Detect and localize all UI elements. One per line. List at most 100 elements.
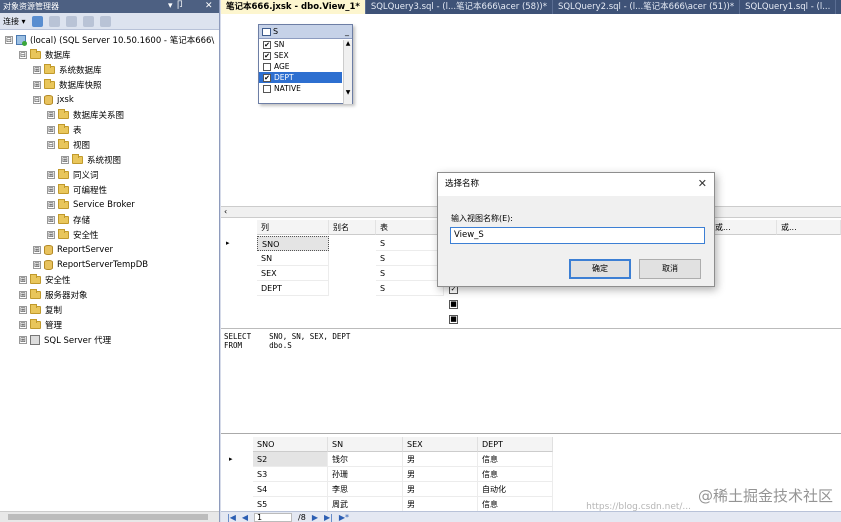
- cancel-button[interactable]: 取消: [639, 259, 701, 279]
- table-widget-header[interactable]: S _: [259, 25, 352, 39]
- expand-icon[interactable]: ⊞: [47, 111, 55, 119]
- results-cell[interactable]: S4: [253, 482, 328, 497]
- column-checkbox[interactable]: ✔: [263, 40, 271, 49]
- results-cell[interactable]: 男: [403, 452, 478, 467]
- tree-node[interactable]: ⊞ 数据库关系图: [47, 108, 124, 122]
- connect-button[interactable]: 连接 ▾: [3, 16, 26, 27]
- tree-node[interactable]: ⊞ Service Broker: [47, 198, 135, 212]
- results-header[interactable]: SN: [328, 437, 403, 452]
- scroll-left-arrow-icon[interactable]: ‹: [224, 207, 227, 216]
- connect-icon[interactable]: [31, 15, 43, 27]
- column-row-sn[interactable]: ✔ SN: [259, 39, 342, 50]
- column-row-dept[interactable]: ✔ DEPT: [259, 72, 342, 83]
- tree-node[interactable]: ⊞ ReportServer: [33, 243, 113, 257]
- criteria-column-cell[interactable]: SNO: [257, 236, 329, 251]
- tree-node[interactable]: ⊞ 安全性: [47, 228, 99, 242]
- scrollbar-thumb[interactable]: [8, 514, 208, 520]
- expand-icon[interactable]: ⊞: [33, 66, 41, 74]
- column-row-native[interactable]: NATIVE: [259, 83, 342, 94]
- expand-icon[interactable]: ⊞: [61, 156, 69, 164]
- expand-icon[interactable]: ⊞: [47, 186, 55, 194]
- criteria-column-cell[interactable]: SEX: [257, 266, 329, 281]
- table-widget-s[interactable]: S _ ✔ SN ✔ SEX AGE ✔ DEPT NATIVE ▲ ▼: [258, 24, 353, 104]
- disconnect-icon[interactable]: [48, 15, 60, 27]
- expand-icon[interactable]: ⊞: [19, 336, 27, 344]
- results-header[interactable]: DEPT: [478, 437, 553, 452]
- expand-icon[interactable]: ⊞: [33, 81, 41, 89]
- tab-sqlquery2[interactable]: SQLQuery2.sql - (l...笔记本666\acer (51))*: [553, 0, 741, 14]
- collapse-icon[interactable]: ⊟: [5, 36, 13, 44]
- tree-node[interactable]: ⊞ 服务器对象: [19, 288, 88, 302]
- tree-node[interactable]: ⊟ 数据库: [19, 48, 71, 62]
- results-cell[interactable]: 男: [403, 497, 478, 512]
- criteria-header[interactable]: 或...: [777, 220, 841, 235]
- sql-pane[interactable]: SELECT SNO, SN, SEX, DEPT FROM dbo.S: [221, 330, 841, 434]
- tree-node[interactable]: ⊞ 同义词: [47, 168, 99, 182]
- results-cell[interactable]: 孙珊: [328, 467, 403, 482]
- last-record-icon[interactable]: ▶|: [324, 513, 333, 522]
- criteria-column-cell[interactable]: DEPT: [257, 281, 329, 296]
- stop-icon[interactable]: [65, 15, 77, 27]
- criteria-table-cell[interactable]: S: [376, 281, 444, 296]
- next-record-icon[interactable]: ▶: [312, 513, 318, 522]
- tree-node[interactable]: ⊞ SQL Server 代理: [19, 333, 111, 347]
- explorer-horizontal-scrollbar[interactable]: [0, 511, 219, 522]
- expand-icon[interactable]: ⊞: [47, 216, 55, 224]
- tree-node[interactable]: ⊞ 安全性: [19, 273, 71, 287]
- results-cell[interactable]: 自动化: [478, 482, 553, 497]
- expand-icon[interactable]: ⊞: [19, 276, 27, 284]
- column-checkbox[interactable]: ✔: [263, 51, 271, 60]
- tree-node[interactable]: ⊟ jxsk: [33, 93, 74, 107]
- minimize-icon[interactable]: _: [345, 25, 349, 38]
- collapse-icon[interactable]: ⊟: [33, 96, 41, 104]
- view-name-input[interactable]: View_S: [450, 227, 705, 244]
- ok-button[interactable]: 确定: [569, 259, 631, 279]
- criteria-table-cell[interactable]: S: [376, 251, 444, 266]
- results-cell[interactable]: S3: [253, 467, 328, 482]
- refresh-icon[interactable]: [99, 15, 111, 27]
- filter-icon[interactable]: [82, 15, 94, 27]
- close-icon[interactable]: ✕: [698, 177, 707, 190]
- output-checkbox[interactable]: ■: [449, 300, 458, 309]
- results-cell[interactable]: S2: [253, 452, 328, 467]
- column-checkbox[interactable]: ✔: [263, 73, 271, 82]
- criteria-header[interactable]: 列: [257, 220, 329, 235]
- expand-icon[interactable]: ⊞: [33, 246, 41, 254]
- results-cell[interactable]: 信息: [478, 497, 553, 512]
- results-cell[interactable]: 周武: [328, 497, 403, 512]
- collapse-icon[interactable]: ⊟: [47, 141, 55, 149]
- new-record-icon[interactable]: ▶*: [339, 513, 349, 522]
- criteria-table-cell[interactable]: S: [376, 266, 444, 281]
- close-icon[interactable]: ✕: [205, 0, 213, 13]
- results-cell[interactable]: 信息: [478, 467, 553, 482]
- results-cell[interactable]: 信息: [478, 452, 553, 467]
- expand-icon[interactable]: ⊞: [47, 171, 55, 179]
- column-checkbox[interactable]: [263, 62, 271, 71]
- tree-node[interactable]: ⊞ 表: [47, 123, 82, 137]
- tree-node[interactable]: ⊞ 数据库快照: [33, 78, 102, 92]
- tree-node[interactable]: ⊞ 存储: [47, 213, 90, 227]
- results-cell[interactable]: 钱尔: [328, 452, 403, 467]
- criteria-header[interactable]: 别名: [329, 220, 376, 235]
- expand-icon[interactable]: ⊞: [33, 261, 41, 269]
- expand-icon[interactable]: ⊞: [19, 306, 27, 314]
- criteria-table-cell[interactable]: S: [376, 236, 444, 251]
- record-position[interactable]: 1: [254, 512, 293, 522]
- results-cell[interactable]: S5: [253, 497, 328, 512]
- expand-icon[interactable]: ⊞: [19, 291, 27, 299]
- first-record-icon[interactable]: |◀: [227, 513, 236, 522]
- tab-view-designer[interactable]: 笔记本666.jxsk - dbo.View_1*: [221, 0, 366, 14]
- expand-icon[interactable]: ⊞: [19, 321, 27, 329]
- criteria-header[interactable]: 表: [376, 220, 444, 235]
- results-cell[interactable]: 男: [403, 482, 478, 497]
- column-checkbox[interactable]: [263, 84, 271, 93]
- pin-icon[interactable]: ▾ 卩: [168, 0, 184, 13]
- criteria-column-cell[interactable]: SN: [257, 251, 329, 266]
- tab-sqlquery3[interactable]: SQLQuery3.sql - (l...笔记本666\acer (58))*: [366, 0, 553, 14]
- tree-node[interactable]: ⊞ 系统数据库: [33, 63, 102, 77]
- collapse-icon[interactable]: ⊟: [19, 51, 27, 59]
- output-checkbox[interactable]: ■: [449, 315, 458, 324]
- results-header[interactable]: SNO: [253, 437, 328, 452]
- results-header[interactable]: SEX: [403, 437, 478, 452]
- criteria-header[interactable]: 或...: [711, 220, 777, 235]
